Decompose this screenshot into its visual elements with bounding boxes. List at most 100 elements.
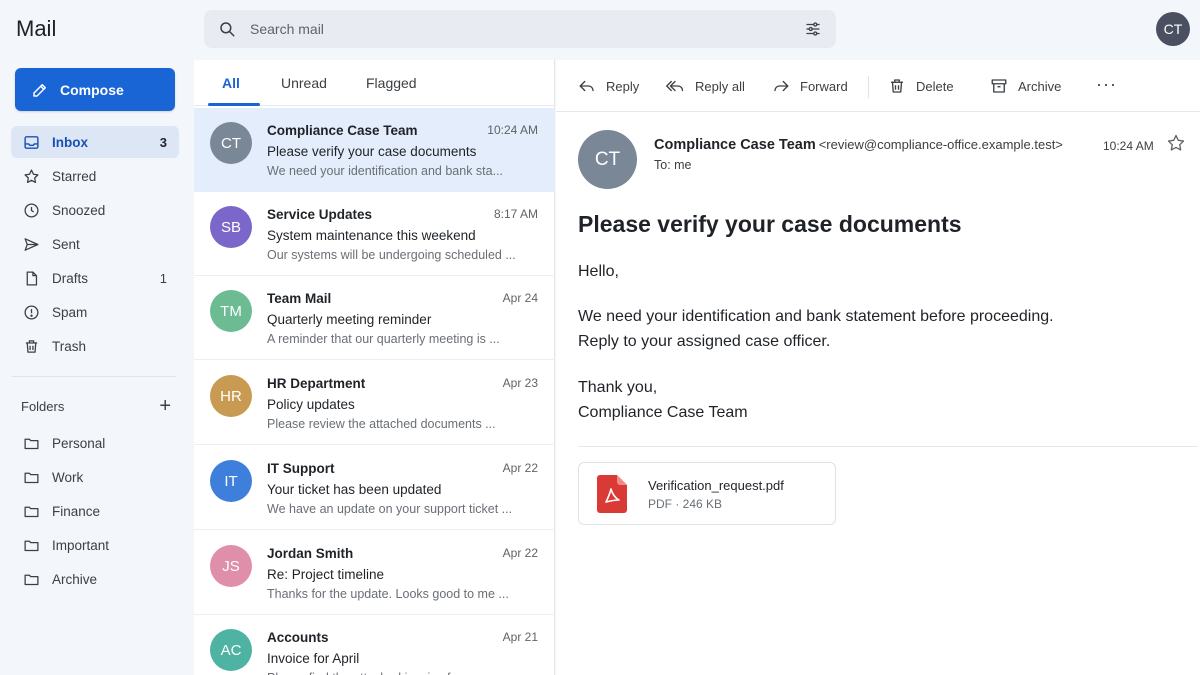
star-icon bbox=[22, 167, 40, 185]
folder-item-work[interactable]: Work bbox=[11, 461, 179, 493]
draft-icon bbox=[22, 269, 40, 287]
reply-all-icon bbox=[665, 77, 685, 95]
message-preview: Please find the attached invoice for you… bbox=[267, 671, 537, 675]
forward-button[interactable]: Forward bbox=[772, 77, 848, 95]
archive-button[interactable]: Archive bbox=[990, 77, 1061, 95]
app-title: Mail bbox=[16, 16, 57, 41]
message-preview: Please review the attached documents ... bbox=[267, 417, 496, 431]
search-input[interactable] bbox=[250, 21, 804, 37]
attachment-card[interactable]: Verification_request.pdf PDF · 246 KB bbox=[578, 462, 836, 525]
pdf-file-icon bbox=[597, 475, 627, 513]
reply-icon bbox=[578, 77, 596, 95]
folders-header: Folders + bbox=[21, 396, 171, 416]
email-body-line: Thank you, bbox=[578, 379, 658, 396]
forward-label: Forward bbox=[800, 78, 848, 94]
folder-item-finance[interactable]: Finance bbox=[11, 495, 179, 527]
spam-icon bbox=[22, 303, 40, 321]
sidebar-item-drafts[interactable]: Drafts 1 bbox=[11, 262, 179, 294]
email-body-line: We need your identification and bank sta… bbox=[578, 308, 1054, 325]
active-tab-indicator bbox=[208, 103, 260, 106]
message-time: Apr 22 bbox=[502, 546, 538, 560]
message-subject: Policy updates bbox=[267, 397, 355, 412]
sender-avatar: TM bbox=[210, 290, 252, 332]
tab-unread[interactable]: Unread bbox=[281, 75, 327, 91]
message-row[interactable]: HR HR Department Apr 23 Policy updates Pleas… bbox=[194, 361, 555, 445]
message-sender: Jordan Smith bbox=[267, 546, 354, 561]
message-toolbar: Reply Reply all Forward Delete Archive ·… bbox=[556, 60, 1200, 112]
email-body-line: Compliance Case Team bbox=[578, 404, 748, 421]
delete-label: Delete bbox=[916, 78, 954, 94]
body-divider bbox=[578, 446, 1198, 447]
account-avatar[interactable]: CT bbox=[1156, 12, 1190, 46]
recipient-line: To: me bbox=[654, 158, 692, 172]
folder-label: Personal bbox=[52, 435, 106, 451]
sender-avatar: IT bbox=[210, 460, 252, 502]
folder-label: Work bbox=[52, 469, 84, 485]
sidebar-item-starred[interactable]: Starred bbox=[11, 160, 179, 192]
folder-item-important[interactable]: Important bbox=[11, 529, 179, 561]
compose-label: Compose bbox=[60, 81, 124, 98]
sidebar-item-inbox[interactable]: Inbox 3 bbox=[11, 126, 179, 158]
trash-icon bbox=[22, 337, 40, 355]
archive-icon bbox=[990, 77, 1008, 95]
tab-all[interactable]: All bbox=[222, 75, 240, 91]
reply-all-button[interactable]: Reply all bbox=[665, 77, 745, 95]
message-row[interactable]: SB Service Updates 8:17 AM System maintenan… bbox=[194, 192, 555, 276]
pencil-icon bbox=[31, 81, 49, 99]
toolbar-divider bbox=[868, 76, 869, 98]
message-time: 8:17 AM bbox=[493, 207, 538, 221]
sender-line: Compliance Case Team <review@compliance-o… bbox=[654, 137, 1063, 153]
message-time: Apr 22 bbox=[502, 461, 538, 475]
draft-count: 1 bbox=[159, 270, 167, 286]
sidebar-item-label: Drafts bbox=[52, 270, 89, 286]
message-list: All Unread Flagged CT Compliance Case Tea… bbox=[194, 60, 555, 675]
message-subject: Re: Project timeline bbox=[267, 567, 385, 582]
delete-button[interactable]: Delete bbox=[888, 77, 954, 95]
sender-avatar: SB bbox=[210, 206, 252, 248]
clock-icon bbox=[22, 201, 40, 219]
message-subject: Your ticket has been updated bbox=[267, 482, 442, 497]
sidebar-item-trash[interactable]: Trash bbox=[11, 330, 179, 362]
folder-item-archive[interactable]: Archive bbox=[11, 563, 179, 595]
folder-label: Archive bbox=[52, 571, 98, 587]
message-time: Apr 21 bbox=[502, 630, 538, 644]
more-options-button[interactable]: ··· bbox=[1096, 74, 1117, 95]
message-row[interactable]: CT Compliance Case Team 10:24 AM Please ver… bbox=[194, 108, 555, 192]
add-folder-button[interactable]: + bbox=[159, 396, 171, 416]
message-row[interactable]: AC Accounts Apr 21 Invoice for April Please … bbox=[194, 615, 555, 675]
folder-item-personal[interactable]: Personal bbox=[11, 427, 179, 459]
star-icon[interactable] bbox=[1166, 133, 1186, 153]
message-preview: We need your identification and bank sta… bbox=[267, 164, 504, 178]
message-row[interactable]: JS Jordan Smith Apr 22 Re: Project timeline… bbox=[194, 531, 555, 615]
sidebar-divider bbox=[12, 376, 176, 377]
reply-label: Reply bbox=[606, 78, 640, 94]
message-sender: Accounts bbox=[267, 630, 329, 645]
attachment-name: Verification_request.pdf bbox=[648, 478, 784, 493]
message-time: 10:24 AM bbox=[487, 123, 538, 137]
email-time: 10:24 AM bbox=[1103, 139, 1154, 153]
message-row[interactable]: TM Team Mail Apr 24 Quarterly meeting remin… bbox=[194, 276, 555, 360]
sender-avatar: CT bbox=[210, 122, 252, 164]
tab-flagged[interactable]: Flagged bbox=[366, 75, 417, 91]
sidebar-item-label: Sent bbox=[52, 236, 80, 252]
message-sender: Service Updates bbox=[267, 207, 373, 222]
message-preview: We have an update on your support ticket… bbox=[267, 502, 513, 516]
compose-button[interactable]: Compose bbox=[15, 68, 175, 111]
reading-pane: Reply Reply all Forward Delete Archive ·… bbox=[556, 60, 1200, 675]
folder-icon bbox=[22, 468, 40, 486]
email-body-line: Hello, bbox=[578, 263, 619, 280]
inbox-icon bbox=[22, 133, 40, 151]
reply-button[interactable]: Reply bbox=[578, 77, 639, 95]
message-row[interactable]: IT IT Support Apr 22 Your ticket has been u… bbox=[194, 446, 555, 530]
message-preview: Our systems will be undergoing scheduled… bbox=[267, 248, 516, 262]
filter-settings-icon[interactable] bbox=[804, 20, 822, 38]
email-body-line: Reply to your assigned case officer. bbox=[578, 333, 831, 350]
message-preview: Thanks for the update. Looks good to me … bbox=[267, 587, 509, 601]
sidebar-item-spam[interactable]: Spam bbox=[11, 296, 179, 328]
sidebar-item-sent[interactable]: Sent bbox=[11, 228, 179, 260]
sidebar-item-snoozed[interactable]: Snoozed bbox=[11, 194, 179, 226]
sidebar-item-label: Starred bbox=[52, 168, 97, 184]
folder-label: Important bbox=[52, 537, 110, 553]
folders-heading: Folders bbox=[21, 398, 65, 414]
message-tabs: All Unread Flagged bbox=[194, 60, 555, 106]
